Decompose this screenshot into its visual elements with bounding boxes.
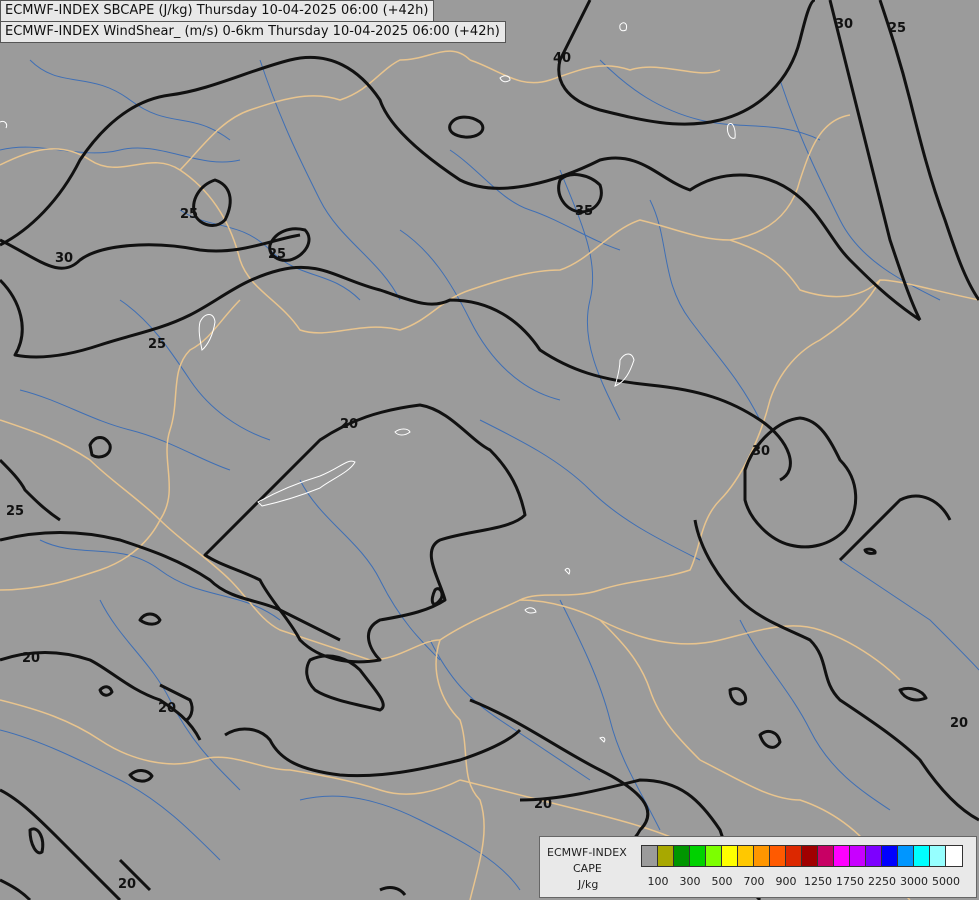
legend-swatch <box>738 846 754 866</box>
legend-swatch <box>658 846 674 866</box>
legend-tick-label: 1750 <box>836 875 864 888</box>
legend-variable: CAPE <box>573 862 602 875</box>
weather-map: 40 30 25 25 25 30 35 25 30 20 25 20 20 2… <box>0 0 979 900</box>
contour-label-25-far-w: 25 <box>6 504 24 519</box>
legend-tick-label: 700 <box>743 875 765 888</box>
legend-swatch <box>946 846 962 866</box>
contour-label-25-ne: 25 <box>888 21 906 36</box>
contour-label-25-center: 25 <box>268 247 286 262</box>
legend-swatch <box>898 846 914 866</box>
contour-label-30-ne: 30 <box>835 17 853 32</box>
legend-tick-label: 500 <box>711 875 733 888</box>
legend-unit: J/kg <box>578 878 599 891</box>
legend-swatch <box>642 846 658 866</box>
contour-label-30-w: 30 <box>55 251 73 266</box>
contour-label-20-bottom: 20 <box>118 877 136 892</box>
contour-label-25-w: 25 <box>180 207 198 222</box>
legend-source: ECMWF-INDEX <box>547 846 627 859</box>
legend-tick-label: 300 <box>679 875 701 888</box>
legend-swatch <box>866 846 882 866</box>
legend-tick-label: 3000 <box>900 875 928 888</box>
contour-label-30-e: 30 <box>752 444 770 459</box>
contour-label-20-se: 20 <box>950 716 968 731</box>
legend-swatch <box>722 846 738 866</box>
contour-label-25-sw: 25 <box>148 337 166 352</box>
legend-swatch <box>882 846 898 866</box>
contour-label-20-w: 20 <box>22 651 40 666</box>
cape-legend: ECMWF-INDEX CAPE J/kg 100 300 500 700 900 125… <box>539 836 977 898</box>
legend-swatch <box>674 846 690 866</box>
legend-swatch <box>834 846 850 866</box>
legend-tick-label: 900 <box>775 875 797 888</box>
legend-color-scale <box>641 845 963 867</box>
chart-title-windshear: ECMWF-INDEX WindShear_ (m/s) 0-6km Thurs… <box>0 21 506 43</box>
legend-swatch <box>754 846 770 866</box>
contour-label-20-center: 20 <box>340 417 358 432</box>
contour-label-35: 35 <box>575 204 593 219</box>
legend-swatch <box>706 846 722 866</box>
legend-swatch <box>690 846 706 866</box>
legend-swatch <box>914 846 930 866</box>
legend-swatch <box>770 846 786 866</box>
legend-tick-labels: 100 300 500 700 900 1250 1750 2250 3000 5000 <box>640 875 970 889</box>
contour-label-20-s: 20 <box>534 797 552 812</box>
contour-label-40: 40 <box>553 51 571 66</box>
legend-swatch <box>930 846 946 866</box>
legend-tick-label: 5000 <box>932 875 960 888</box>
legend-swatch <box>786 846 802 866</box>
legend-swatch <box>802 846 818 866</box>
legend-tick-label: 2250 <box>868 875 896 888</box>
legend-swatch <box>818 846 834 866</box>
contour-label-20-sw: 20 <box>158 701 176 716</box>
legend-swatch <box>850 846 866 866</box>
legend-tick-label: 1250 <box>804 875 832 888</box>
legend-tick-label: 100 <box>647 875 669 888</box>
chart-title-cape: ECMWF-INDEX SBCAPE (J/kg) Thursday 10-04… <box>0 0 435 22</box>
